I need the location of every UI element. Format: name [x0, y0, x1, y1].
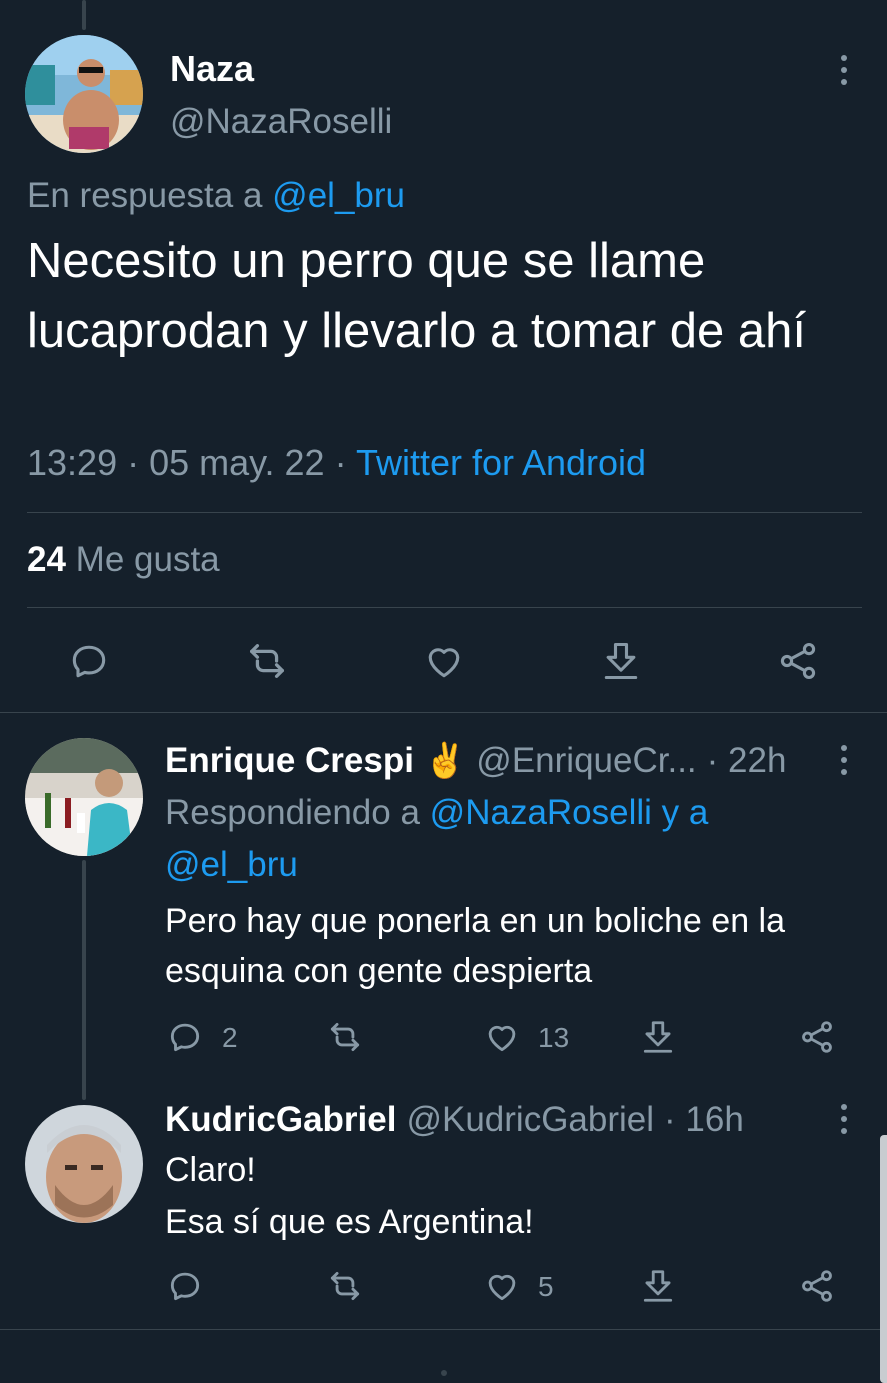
- reply-text-line-1: Pero hay que ponerla en un boliche en la: [165, 902, 786, 940]
- replying-to-link-2[interactable]: @el_bru: [165, 845, 298, 885]
- reply-icon[interactable]: [165, 1266, 205, 1306]
- reply-to-link[interactable]: @el_bru: [272, 176, 405, 215]
- author-name[interactable]: Naza: [170, 48, 254, 90]
- reply-text-line-2: Esa sí que es Argentina!: [165, 1203, 534, 1241]
- more-icon[interactable]: [829, 740, 859, 780]
- replying-to: Respondiendo a @NazaRoselli y a: [165, 793, 708, 833]
- meta-separator: ·: [127, 442, 140, 483]
- tweet-date[interactable]: 05 may. 22: [149, 442, 324, 483]
- share-icon[interactable]: [773, 636, 823, 686]
- reply-age[interactable]: · 16h: [664, 1100, 744, 1140]
- reply-text-line-2: esquina con gente despierta: [165, 952, 593, 990]
- tweet-text: Necesito un perro que se llame lucaproda…: [27, 234, 806, 358]
- replying-to-link[interactable]: @NazaRoselli y a: [430, 793, 709, 832]
- loading-dot: [441, 1370, 447, 1376]
- share-icon[interactable]: [797, 1017, 837, 1057]
- replying-prefix: Respondiendo a: [165, 793, 420, 832]
- tweet-time[interactable]: 13:29: [27, 442, 117, 483]
- heart-icon[interactable]: [482, 1017, 522, 1057]
- share-icon[interactable]: [797, 1266, 837, 1306]
- reply-header: KudricGabriel @KudricGabriel · 16h: [165, 1100, 744, 1140]
- download-icon[interactable]: [596, 636, 646, 686]
- in-reply-to: En respuesta a @el_bru: [27, 176, 405, 216]
- more-icon[interactable]: [829, 1099, 859, 1139]
- more-icon[interactable]: [829, 50, 859, 90]
- tweet-source[interactable]: Twitter for Android: [356, 442, 646, 483]
- retweet-icon[interactable]: [325, 1266, 365, 1306]
- heart-icon[interactable]: [482, 1266, 522, 1306]
- likes-label: Me gusta: [75, 540, 220, 579]
- author-handle[interactable]: @NazaRoselli: [170, 102, 392, 142]
- avatar-naza[interactable]: [25, 35, 143, 153]
- like-count: 13: [538, 1022, 570, 1053]
- likes-stat[interactable]: 24 Me gusta: [27, 540, 220, 580]
- victory-emoji-icon: ✌️: [423, 742, 467, 780]
- divider: [0, 712, 887, 713]
- thread-line-reply: [82, 860, 86, 1100]
- retweet-icon[interactable]: [325, 1017, 365, 1057]
- likes-count: 24: [27, 540, 66, 579]
- retweet-icon[interactable]: [242, 636, 292, 686]
- meta-separator-2: ·: [334, 442, 347, 483]
- tweet-meta: 13:29 · 05 may. 22 · Twitter for Android: [27, 442, 646, 484]
- download-icon[interactable]: [638, 1266, 678, 1306]
- reply-icon[interactable]: [165, 1017, 205, 1057]
- reply-prefix: En respuesta a: [27, 176, 263, 215]
- reply-text-line-1: Claro!: [165, 1151, 256, 1189]
- tweet-detail-page: Naza @NazaRoselli En respuesta a @el_bru…: [0, 0, 887, 1383]
- reply-author-handle[interactable]: @EnriqueCr...: [476, 741, 696, 781]
- reply-author-handle[interactable]: @KudricGabriel: [406, 1100, 654, 1140]
- thread-line-top: [82, 0, 86, 30]
- heart-icon[interactable]: [419, 636, 469, 686]
- reply-header: Enrique Crespi ✌️ @EnriqueCr... · 22h: [165, 741, 786, 781]
- divider: [27, 512, 862, 513]
- reply-author-name[interactable]: Enrique Crespi: [165, 741, 414, 781]
- reply-age[interactable]: · 22h: [707, 741, 787, 781]
- download-icon[interactable]: [638, 1017, 678, 1057]
- avatar-enrique[interactable]: [25, 738, 143, 856]
- divider: [0, 1329, 887, 1330]
- like-count: 5: [538, 1271, 554, 1302]
- reply-count: 2: [222, 1022, 238, 1053]
- reply-icon[interactable]: [64, 636, 114, 686]
- scrollbar[interactable]: [880, 1135, 887, 1383]
- avatar-kudric[interactable]: [25, 1105, 143, 1223]
- reply-author-name[interactable]: KudricGabriel: [165, 1100, 396, 1140]
- divider: [27, 607, 862, 608]
